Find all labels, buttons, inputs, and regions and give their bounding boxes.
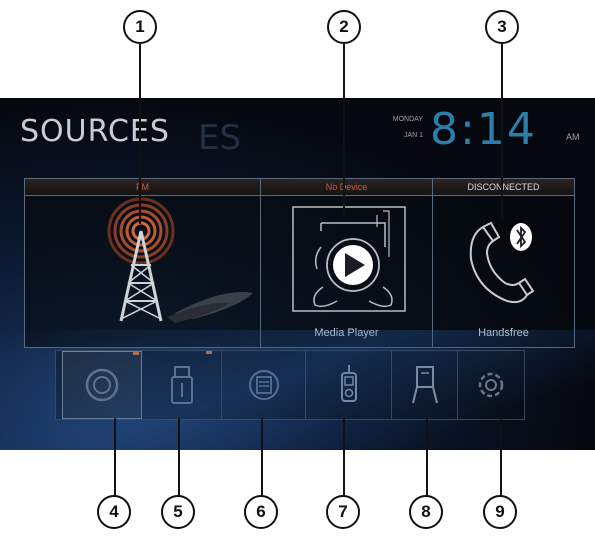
media-player-icon	[292, 206, 406, 312]
callout-8: 8	[409, 495, 443, 529]
callout-7-leader	[343, 418, 345, 496]
tile-heading-fm: FM	[25, 179, 260, 196]
source-icon-bar	[55, 350, 525, 420]
disc-indicator-dot	[133, 352, 139, 355]
disc-icon	[85, 368, 119, 402]
source-tile-handsfree[interactable]: DISCONNECTED Handsfree	[433, 179, 574, 347]
tile-heading-media: No Device	[261, 179, 432, 196]
ipod-button[interactable]	[306, 351, 392, 419]
callout-1-leader	[139, 44, 141, 224]
settings-button[interactable]	[458, 351, 524, 419]
date-display: MONDAY JAN 1	[353, 112, 423, 144]
phone-bluetooth-icon	[469, 221, 535, 304]
date-text: JAN 1	[403, 132, 423, 139]
aux-input-button[interactable]	[392, 351, 458, 419]
callout-2-leader	[343, 44, 345, 219]
sources-panel: FM No Device Media Player DISCONNECTED H…	[24, 178, 575, 348]
head-unit-screen: SOURCES ES MONDAY JAN 1 8:14 AM FM No De…	[0, 98, 595, 450]
callout-3-leader	[501, 44, 503, 219]
ipod-icon	[340, 365, 357, 402]
callout-5: 5	[161, 495, 195, 529]
callout-5-leader	[178, 418, 180, 496]
clock-display: 8:14	[430, 104, 537, 155]
callout-9-leader	[500, 418, 502, 496]
callout-4-leader	[114, 418, 116, 496]
radio-tower-icon	[107, 197, 253, 323]
page-title-ghost: ES	[198, 118, 242, 158]
callout-3: 3	[485, 10, 519, 44]
usb-button[interactable]	[142, 351, 222, 419]
callout-6-leader	[261, 418, 263, 496]
tile-heading-handsfree: DISCONNECTED	[433, 179, 574, 196]
sd-card-button[interactable]	[222, 351, 306, 419]
source-tile-media-player[interactable]: No Device Media Player	[261, 179, 433, 347]
callout-6: 6	[244, 495, 278, 529]
ampm-indicator: AM	[566, 132, 580, 142]
day-text: MONDAY	[392, 116, 423, 123]
callout-1: 1	[123, 10, 157, 44]
callout-4: 4	[97, 495, 131, 529]
disc-button[interactable]	[62, 351, 142, 419]
aux-input-icon	[411, 366, 438, 404]
page-title: SOURCES	[20, 114, 170, 149]
callout-8-leader	[426, 418, 428, 496]
callout-7: 7	[326, 495, 360, 529]
usb-indicator-dot	[206, 351, 212, 354]
usb-icon	[170, 366, 193, 404]
sd-card-icon	[248, 370, 279, 400]
callout-9: 9	[483, 495, 517, 529]
tile-label-media: Media Player	[314, 327, 379, 339]
tile-label-handsfree: Handsfree	[478, 327, 529, 339]
source-tile-fm[interactable]: FM	[25, 179, 261, 347]
settings-icon	[478, 372, 504, 398]
callout-2: 2	[327, 10, 361, 44]
